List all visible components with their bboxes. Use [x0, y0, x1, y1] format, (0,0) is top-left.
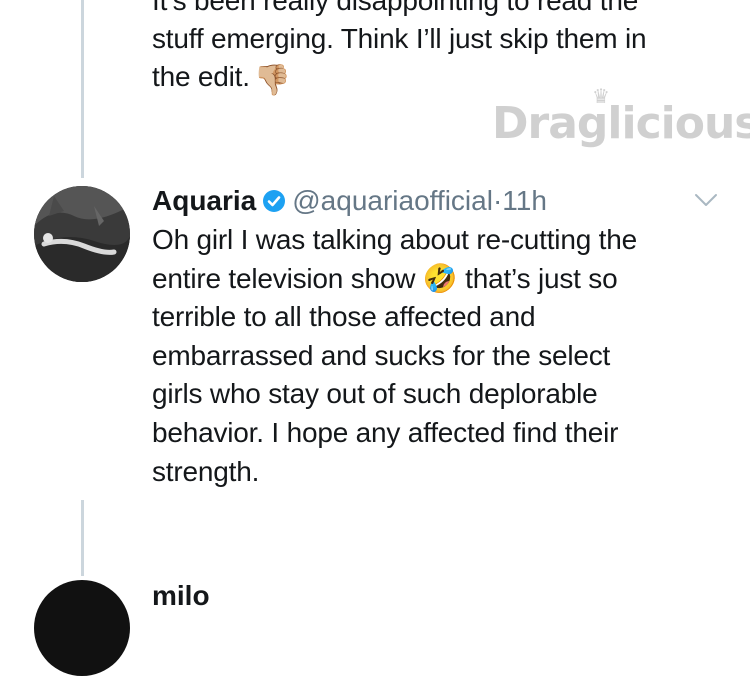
avatar[interactable] — [34, 186, 130, 282]
user-handle[interactable]: @aquariaofficial — [292, 185, 493, 216]
tweet-text-line: embarrassed and sucks for the select — [152, 339, 611, 371]
verified-icon — [263, 190, 286, 212]
tweet-text: Oh girl I was talking about re-cutting t… — [152, 221, 732, 491]
tweet-text-line: Oh girl I was talking about re-cutting t… — [152, 224, 637, 255]
next-tweet-display-name[interactable]: milo — [152, 578, 210, 614]
display-name[interactable]: Aquaria — [152, 185, 256, 216]
thread-line-top — [81, 0, 84, 178]
thread-line-bottom — [81, 500, 84, 576]
tweet-header: Aquaria @aquariaofficial·11h — [152, 183, 547, 219]
laughing-emoji-icon: 🤣 — [422, 262, 458, 294]
previous-tweet-line: stuff emerging. Think I’ll just skip the… — [152, 23, 647, 54]
separator-dot: · — [492, 185, 503, 216]
tweet-text-line: strength. — [152, 455, 260, 487]
previous-tweet-text: It’s been really disappointing to read t… — [152, 0, 732, 100]
tweet-timestamp[interactable]: 11h — [502, 185, 547, 216]
tweet-text-line: behavior. I hope any affected find their — [152, 416, 619, 448]
crown-icon: ♛ — [592, 84, 610, 108]
tweet-text-line: terrible to all those affected and — [152, 301, 536, 333]
watermark-logo: Draglicious ♛ — [492, 84, 750, 149]
previous-tweet-line: the edit. 👎🏼 — [152, 61, 291, 97]
chevron-down-icon[interactable] — [694, 190, 718, 210]
tweet-text-line: girls who stay out of such deplorable — [152, 378, 598, 410]
watermark-text: Draglicious — [492, 98, 750, 149]
thumbs-down-icon: 👎🏼 — [253, 64, 291, 97]
tweet-text-line: entire television show 🤣 that’s just so — [152, 262, 618, 294]
next-tweet-avatar[interactable] — [34, 580, 130, 676]
previous-tweet-line: It’s been really disappointing to read t… — [152, 0, 639, 16]
